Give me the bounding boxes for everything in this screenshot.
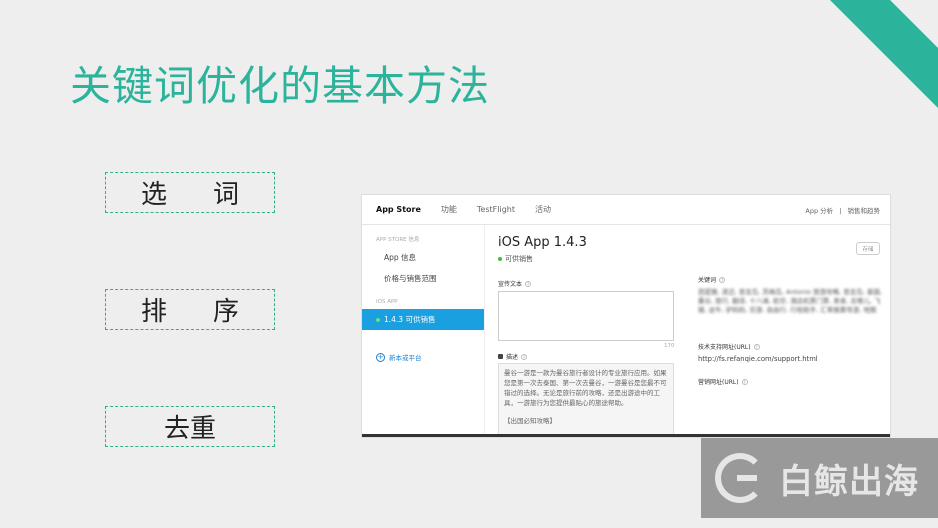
method-box-sort: 排序 <box>105 289 275 330</box>
status-text: 可供销售 <box>505 255 533 263</box>
promo-text-label: 宣传文本? <box>498 279 532 288</box>
status-badge: 可供销售 <box>498 254 533 264</box>
tab-app-store[interactable]: App Store <box>376 205 421 214</box>
tab-features[interactable]: 功能 <box>441 204 457 215</box>
support-url-label: 技术支持网址(URL)? <box>698 342 760 351</box>
sidebar-item-pricing[interactable]: 价格与销售范围 <box>362 268 484 289</box>
description-textarea[interactable]: 曼谷一游是一款为曼谷旅行者设计的专业旅行应用。如果您是第一次去泰国、第一次去曼谷… <box>498 363 674 437</box>
label-text: 关键词 <box>698 277 717 284</box>
description-tag: 【出国必知攻略】 <box>504 417 556 425</box>
method-label: 选 <box>140 180 167 210</box>
help-icon[interactable]: ? <box>521 354 528 360</box>
support-url-field[interactable]: http://fs.refanqie.com/support.html <box>698 355 818 363</box>
sidebar-section-title: IOS APP <box>376 299 398 305</box>
status-dot-icon <box>498 257 502 261</box>
sidebar-section-title: APP STORE 信息 <box>376 237 420 243</box>
promo-text-input[interactable] <box>498 291 674 341</box>
link-app-analytics[interactable]: App 分析 <box>805 207 833 215</box>
add-platform-label: 新本或平台 <box>389 354 422 362</box>
method-label: 序 <box>213 297 240 327</box>
nav-right-links: App 分析 | 销售和趋势 <box>801 205 880 215</box>
link-sales-trends[interactable]: 销售和趋势 <box>848 207 881 215</box>
plus-icon: + <box>376 352 385 362</box>
add-platform-button[interactable]: + 新本或平台 <box>362 330 484 384</box>
sidebar-item-label: 1.4.3 可供销售 <box>384 315 436 324</box>
nav-divider: | <box>839 207 842 215</box>
method-label: 去重 <box>163 414 216 444</box>
label-text: 技术支持网址(URL) <box>698 344 751 351</box>
method-label: 词 <box>213 180 240 210</box>
app-store-screenshot: App Store 功能 TestFlight 活动 App 分析 | 销售和趋… <box>361 194 891 438</box>
top-nav: App Store 功能 TestFlight 活动 App 分析 | 销售和趋… <box>362 195 890 225</box>
keywords-field[interactable]: 芭提雅, 清迈, 普吉岛, 苏梅岛, Antonio 旅游攻略, 普吉岛, 泰国… <box>698 288 888 315</box>
keywords-label: 关键词? <box>698 275 726 284</box>
slide-title: 关键词优化的基本方法 <box>70 62 490 110</box>
status-dot-icon <box>376 318 380 322</box>
help-icon[interactable]: ? <box>753 344 760 350</box>
method-box-select: 选词 <box>105 172 275 213</box>
label-text: 宣传文本 <box>498 281 523 288</box>
scrollbar[interactable] <box>362 434 890 437</box>
sidebar: APP STORE 信息 App 信息 价格与销售范围 IOS APP 1.4.… <box>362 225 485 437</box>
description-text: 曼谷一游是一款为曼谷旅行者设计的专业旅行应用。如果您是第一次去泰国、第一次去曼谷… <box>504 369 667 407</box>
corner-decoration-inner <box>890 0 938 48</box>
save-button[interactable]: 存储 <box>856 242 880 255</box>
help-icon[interactable]: ? <box>741 379 748 385</box>
app-version-title: iOS App 1.4.3 <box>498 235 587 250</box>
marketing-url-label: 营销网址(URL)? <box>698 377 748 386</box>
sidebar-item-app-info[interactable]: App 信息 <box>362 247 484 268</box>
description-label: 描述? <box>498 352 528 361</box>
method-label: 排 <box>140 297 167 327</box>
label-text: 营销网址(URL) <box>698 379 739 386</box>
tab-activity[interactable]: 活动 <box>535 204 551 215</box>
sidebar-item-version[interactable]: 1.4.3 可供销售 <box>362 309 484 330</box>
lock-icon <box>498 354 503 359</box>
tab-testflight[interactable]: TestFlight <box>477 205 515 214</box>
char-count: 170 <box>664 343 675 349</box>
logo-icon <box>715 453 765 503</box>
label-text: 描述 <box>506 354 519 361</box>
watermark-text: 白鲸出海 <box>779 461 919 502</box>
help-icon[interactable]: ? <box>719 277 726 283</box>
watermark: 白鲸出海 <box>701 438 938 518</box>
help-icon[interactable]: ? <box>525 281 532 287</box>
main-content: iOS App 1.4.3 可供销售 存储 宣传文本? 170 描述? 曼谷一游… <box>498 225 890 437</box>
method-box-dedupe: 去重 <box>105 406 275 447</box>
